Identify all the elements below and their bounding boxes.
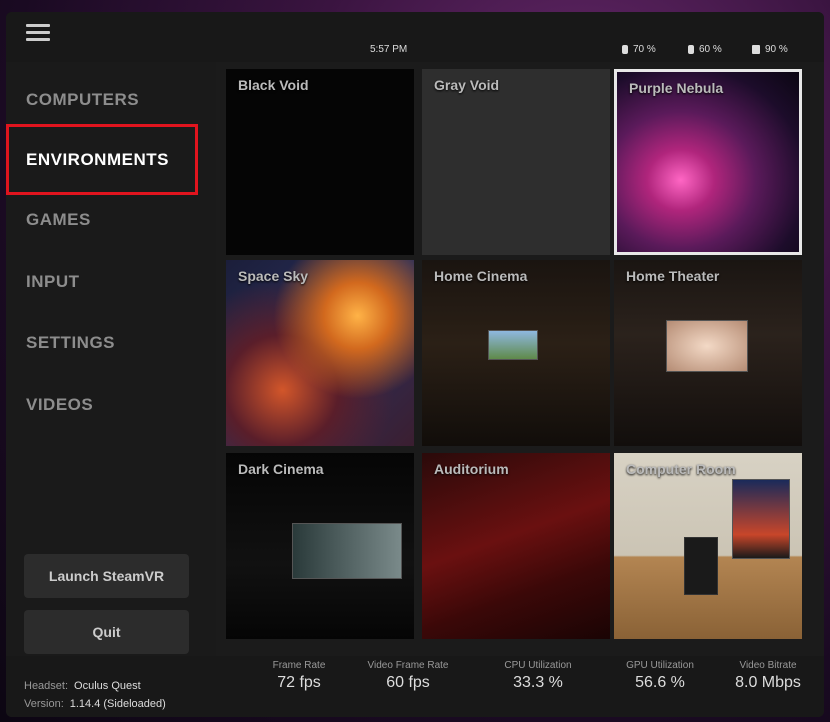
environment-tile-computer-room[interactable]: Computer Room [614,453,802,639]
tile-label: Auditorium [434,461,509,477]
stat-label: Video Frame Rate [367,660,449,671]
controller-battery-icon [688,45,694,54]
sidebar-item-games[interactable]: GAMES [26,210,91,230]
environment-grid: Black Void Gray Void Purple Nebula Space… [226,69,806,649]
stat-video-bitrate: Video Bitrate 8.0 Mbps [722,660,814,692]
monitor-image [684,537,718,595]
controller-battery-icon [622,45,628,54]
stat-value: 8.0 Mbps [735,674,801,691]
dark-cinema-screen-image [292,523,402,579]
battery-value: 90 % [765,44,788,55]
launch-steamvr-button[interactable]: Launch SteamVR [24,554,189,598]
poster-image [732,479,790,559]
cinema-screen-image [488,330,538,360]
tile-label: Black Void [238,77,309,93]
version-label: Version: [24,698,64,710]
environment-tile-home-theater[interactable]: Home Theater [614,260,802,446]
stat-value: 56.6 % [635,674,685,691]
sidebar-item-input[interactable]: INPUT [26,272,80,292]
battery-value: 70 % [633,44,656,55]
environment-tile-black-void[interactable]: Black Void [226,69,414,255]
environment-tile-gray-void[interactable]: Gray Void [422,69,610,255]
controller-left-battery: 70 % [622,44,656,55]
environment-tile-purple-nebula[interactable]: Purple Nebula [614,69,802,255]
sidebar-item-computers[interactable]: COMPUTERS [26,90,139,110]
environment-tile-dark-cinema[interactable]: Dark Cinema [226,453,414,639]
stat-video-frame-rate: Video Frame Rate 60 fps [358,660,458,692]
headset-battery: 90 % [752,44,788,55]
headset-value: Oculus Quest [74,680,141,692]
headset-label: Headset: [24,680,69,692]
stats-bar: Headset: Oculus Quest Version: 1.14.4 (Sid… [6,656,824,717]
stat-value: 72 fps [277,674,321,691]
tile-label: Gray Void [434,77,500,93]
tile-label: Computer Room [626,461,736,477]
sidebar-item-settings[interactable]: SETTINGS [26,333,115,353]
controller-right-battery: 60 % [688,44,722,55]
quit-button[interactable]: Quit [24,610,189,654]
stat-cpu-utilization: CPU Utilization 33.3 % [488,660,588,692]
version-value: 1.14.4 (Sideloaded) [69,698,166,710]
active-item-highlight [6,124,198,195]
stat-label: CPU Utilization [504,660,572,671]
environment-tile-home-cinema[interactable]: Home Cinema [422,260,610,446]
battery-value: 60 % [699,44,722,55]
top-bar: 5:57 PM 70 % 60 % 90 % [6,12,824,62]
version-info: Version: 1.14.4 (Sideloaded) [24,698,166,710]
environment-tile-space-sky[interactable]: Space Sky [226,260,414,446]
headset-info: Headset: Oculus Quest [24,680,141,692]
stat-gpu-utilization: GPU Utilization 56.6 % [610,660,710,692]
main-panel: 5:57 PM 70 % 60 % 90 % COMPUTERS ENVIRON… [6,12,824,717]
stat-label: Video Bitrate [739,660,797,671]
stat-value: 33.3 % [513,674,563,691]
theater-screen-image [666,320,748,372]
stat-frame-rate: Frame Rate 72 fps [254,660,344,692]
sidebar-item-videos[interactable]: VIDEOS [26,395,93,415]
tile-label: Purple Nebula [629,80,724,96]
hamburger-menu-icon[interactable] [26,24,50,42]
clock: 5:57 PM [370,44,408,55]
tile-label: Space Sky [238,268,309,284]
tile-label: Dark Cinema [238,461,324,477]
tile-label: Home Theater [626,268,720,284]
environment-tile-auditorium[interactable]: Auditorium [422,453,610,639]
tile-label: Home Cinema [434,268,528,284]
stat-label: GPU Utilization [626,660,694,671]
stat-value: 60 fps [386,674,430,691]
sidebar: COMPUTERS ENVIRONMENTS GAMES INPUT SETTI… [6,62,216,656]
stat-label: Frame Rate [272,660,326,671]
headset-battery-icon [752,45,760,54]
